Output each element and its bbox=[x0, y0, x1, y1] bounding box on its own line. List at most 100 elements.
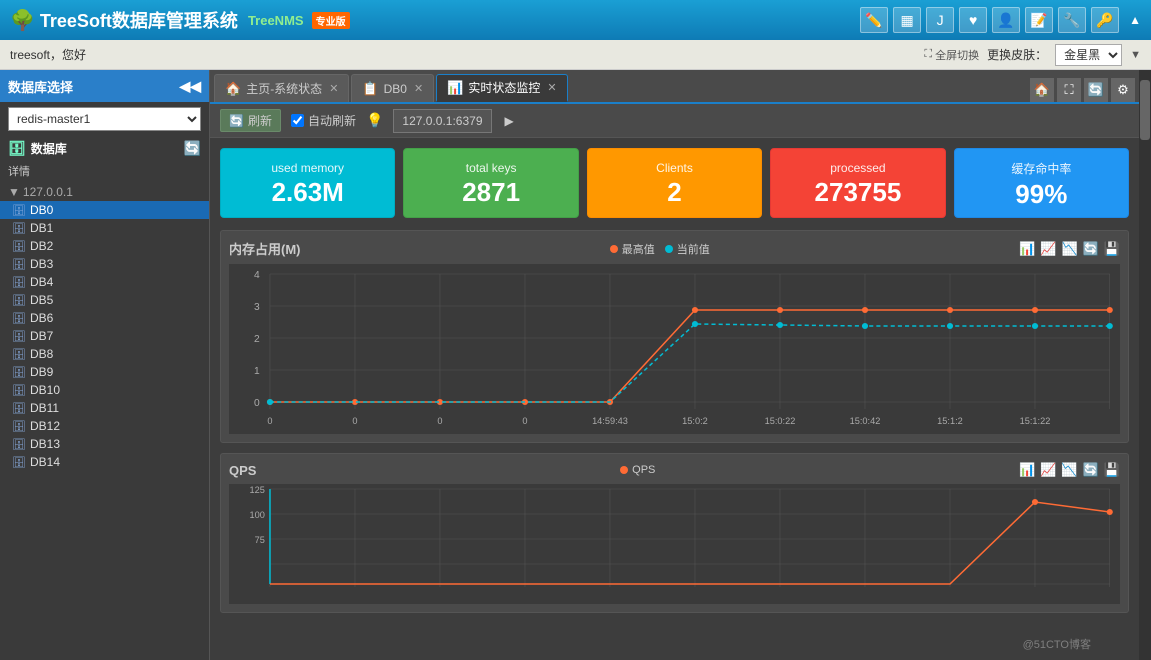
dashboard: used memory 2.63M total keys 2871 Client… bbox=[210, 138, 1139, 660]
main-layout: 数据库选择 ◀◀ redis-master1 redis-master2 🗄 数… bbox=[0, 70, 1151, 660]
tab-settings-btn[interactable]: ⚙ bbox=[1111, 78, 1135, 102]
refresh-btn[interactable]: 🔄 刷新 bbox=[220, 109, 281, 132]
server-address: 127.0.0.1:6379 bbox=[393, 109, 491, 133]
scrollbar-thumb[interactable] bbox=[1140, 80, 1150, 140]
sidebar-item-db11[interactable]: 🗄 DB11 bbox=[0, 399, 209, 417]
db8-label: DB8 bbox=[30, 347, 53, 361]
stat-used-memory: used memory 2.63M bbox=[220, 148, 395, 218]
used-memory-label: used memory bbox=[233, 161, 382, 175]
memory-chart-body: 4 3 2 1 0 bbox=[229, 264, 1120, 434]
tabs-bar: 🏠 主页-系统状态 ✕ 📋 DB0 ✕ 📊 实时状态监控 ✕ 🏠 ⛶ 🔄 ⚙ bbox=[210, 70, 1139, 104]
mem-chart-icon2[interactable]: 📈 bbox=[1040, 241, 1056, 257]
log-icon-btn[interactable]: 📝 bbox=[1025, 7, 1053, 33]
db9-icon: 🗄 bbox=[12, 366, 26, 379]
svg-text:0: 0 bbox=[352, 416, 357, 426]
sidebar-item-db13[interactable]: 🗄 DB13 bbox=[0, 435, 209, 453]
stat-clients: Clients 2 bbox=[587, 148, 762, 218]
auto-refresh-label[interactable]: 自动刷新 bbox=[291, 112, 356, 129]
mem-chart-icon4[interactable]: 🔄 bbox=[1083, 241, 1099, 257]
tab-refresh-btn[interactable]: 🔄 bbox=[1084, 78, 1108, 102]
qps-chart-icon5[interactable]: 💾 bbox=[1104, 462, 1120, 478]
qps-chart-icons: 📊 📈 📉 🔄 💾 bbox=[1019, 462, 1120, 478]
key-icon-btn[interactable]: 🔑 bbox=[1091, 7, 1119, 33]
db10-icon: 🗄 bbox=[12, 384, 26, 397]
mem-chart-icon5[interactable]: 💾 bbox=[1104, 241, 1120, 257]
user-icon-btn[interactable]: 👤 bbox=[992, 7, 1020, 33]
sidebar-item-db5[interactable]: 🗄 DB5 bbox=[0, 291, 209, 309]
header-icon-bar: ✏️ ▦ J ♥ 👤 📝 🔧 🔑 ▲ bbox=[860, 7, 1141, 33]
legend-max-dot bbox=[610, 245, 618, 253]
server-addr-text: 127.0.0.1:6379 bbox=[402, 114, 482, 128]
skin-selector[interactable]: 金星黑 bbox=[1055, 44, 1122, 66]
sidebar-item-db6[interactable]: 🗄 DB6 bbox=[0, 309, 209, 327]
fullscreen-btn[interactable]: ⛶ 全屏切换 bbox=[924, 47, 979, 63]
legend-max-label: 最高值 bbox=[622, 241, 655, 257]
tools-icon-btn[interactable]: 🔧 bbox=[1058, 7, 1086, 33]
tab-realtime[interactable]: 📊 实时状态监控 ✕ bbox=[436, 74, 567, 102]
memory-chart-header: 内存占用(M) 最高值 当前值 📊 📈 bbox=[229, 239, 1120, 258]
refresh-icon: 🔄 bbox=[229, 114, 244, 128]
qps-chart-icon3[interactable]: 📉 bbox=[1061, 462, 1077, 478]
tree-parent-item[interactable]: ▼ 127.0.0.1 bbox=[0, 183, 209, 201]
header-collapse-arrow[interactable]: ▲ bbox=[1129, 13, 1141, 27]
scroll-right-arrow[interactable]: ▶ bbox=[505, 114, 514, 128]
sidebar-item-db10[interactable]: 🗄 DB10 bbox=[0, 381, 209, 399]
sidebar-item-db7[interactable]: 🗄 DB7 bbox=[0, 327, 209, 345]
sidebar-item-db8[interactable]: 🗄 DB8 bbox=[0, 345, 209, 363]
home-tab-close[interactable]: ✕ bbox=[329, 82, 338, 95]
qps-chart-icon1[interactable]: 📊 bbox=[1019, 462, 1035, 478]
tab-home-btn[interactable]: 🏠 bbox=[1030, 78, 1054, 102]
sidebar-item-db4[interactable]: 🗄 DB4 bbox=[0, 273, 209, 291]
mem-chart-icon3[interactable]: 📉 bbox=[1061, 241, 1077, 257]
main-toolbar: treesoft，您好 ⛶ 全屏切换 更换皮肤： 金星黑 ▼ bbox=[0, 40, 1151, 70]
db-selector[interactable]: redis-master1 redis-master2 bbox=[8, 107, 201, 131]
tab-db0[interactable]: 📋 DB0 ✕ bbox=[351, 74, 434, 102]
sidebar-sub-label: 详情 bbox=[0, 161, 209, 183]
edit-icon-btn[interactable]: ✏️ bbox=[860, 7, 888, 33]
tab-expand-btn[interactable]: ⛶ bbox=[1057, 78, 1081, 102]
db6-label: DB6 bbox=[30, 311, 53, 325]
qps-chart-icon4[interactable]: 🔄 bbox=[1083, 462, 1099, 478]
sidebar-item-db2[interactable]: 🗄 DB2 bbox=[0, 237, 209, 255]
sidebar-item-db9[interactable]: 🗄 DB9 bbox=[0, 363, 209, 381]
stat-total-keys: total keys 2871 bbox=[403, 148, 578, 218]
db9-label: DB9 bbox=[30, 365, 53, 379]
sidebar-item-db14[interactable]: 🗄 DB14 bbox=[0, 453, 209, 471]
heart-icon-btn[interactable]: ♥ bbox=[959, 7, 987, 33]
memory-chart-icons: 📊 📈 📉 🔄 💾 bbox=[1019, 241, 1120, 257]
svg-text:100: 100 bbox=[249, 510, 264, 520]
fullscreen-icon: ⛶ bbox=[924, 48, 932, 61]
sidebar-item-db3[interactable]: 🗄 DB3 bbox=[0, 255, 209, 273]
tab-home[interactable]: 🏠 主页-系统状态 ✕ bbox=[214, 74, 349, 102]
db2-label: DB2 bbox=[30, 239, 53, 253]
sidebar-item-db12[interactable]: 🗄 DB12 bbox=[0, 417, 209, 435]
db0-tab-close[interactable]: ✕ bbox=[414, 82, 423, 95]
sidebar-item-db1[interactable]: 🗄 DB1 bbox=[0, 219, 209, 237]
svg-text:15:1:22: 15:1:22 bbox=[1020, 416, 1051, 426]
mem-chart-icon1[interactable]: 📊 bbox=[1019, 241, 1035, 257]
cache-rate-value: 99% bbox=[967, 181, 1116, 207]
j-icon-btn[interactable]: J bbox=[926, 7, 954, 33]
realtime-tab-close[interactable]: ✕ bbox=[547, 81, 556, 94]
svg-text:15:0:2: 15:0:2 bbox=[682, 416, 708, 426]
legend-cur-dot bbox=[665, 245, 673, 253]
qps-chart-icon2[interactable]: 📈 bbox=[1040, 462, 1056, 478]
user-greeting: treesoft，您好 bbox=[10, 46, 86, 63]
realtime-tab-label: 实时状态监控 bbox=[468, 79, 540, 96]
svg-text:14:59:43: 14:59:43 bbox=[592, 416, 628, 426]
legend-cur: 当前值 bbox=[665, 241, 710, 257]
auto-refresh-checkbox[interactable] bbox=[291, 114, 304, 127]
legend-qps-dot bbox=[620, 466, 628, 474]
sidebar-refresh-icon[interactable]: 🔄 bbox=[184, 140, 201, 157]
memory-chart-svg: 4 3 2 1 0 bbox=[229, 264, 1120, 434]
right-scrollbar[interactable] bbox=[1139, 70, 1151, 660]
db7-label: DB7 bbox=[30, 329, 53, 343]
sidebar-db-label: 🗄 数据库 bbox=[8, 140, 67, 157]
stats-row: used memory 2.63M total keys 2871 Client… bbox=[220, 148, 1129, 218]
qps-chart-title: QPS bbox=[229, 463, 256, 478]
grid-icon-btn[interactable]: ▦ bbox=[893, 7, 921, 33]
svg-text:0: 0 bbox=[522, 416, 527, 426]
app-title: TreeSoft数据库管理系统 bbox=[40, 7, 238, 33]
sidebar-item-db0[interactable]: 🗄 DB0 bbox=[0, 201, 209, 219]
sidebar-collapse-left[interactable]: ◀◀ bbox=[179, 78, 201, 95]
